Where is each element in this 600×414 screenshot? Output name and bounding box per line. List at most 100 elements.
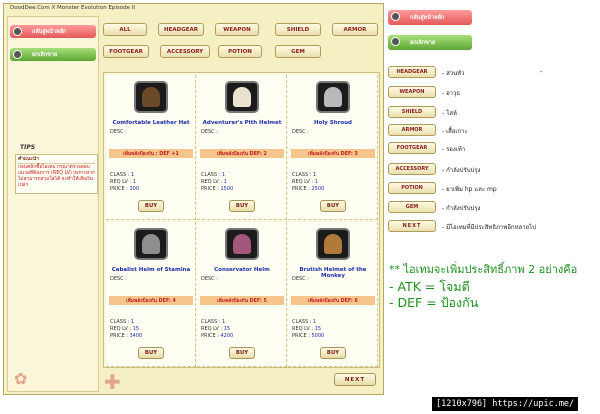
coin-icon — [13, 50, 22, 59]
req-row: REQ LV : 1 — [110, 179, 136, 185]
price-value: 4200 — [220, 333, 234, 339]
tab-armor[interactable]: ARMOR — [332, 23, 378, 36]
class-row: CLASS : 1 — [201, 172, 225, 178]
price-value: 3400 — [129, 333, 143, 339]
req-label: REQ LV : — [201, 326, 223, 332]
helmet-icon[interactable] — [225, 81, 259, 113]
price-row: PRICE : 3400 — [110, 333, 142, 339]
buy-button[interactable]: BUY — [229, 200, 255, 212]
sidebar: กลับสู่หน้าหลัก ยกเลิกขาย TIPS คำแนะนำ ก… — [7, 16, 99, 392]
back-home-label: กลับสู่หน้าหลัก — [32, 28, 67, 35]
req-value: 1 — [132, 179, 136, 185]
req-value: 15 — [223, 326, 231, 332]
tab-shield[interactable]: SHIELD — [275, 23, 321, 36]
legend-headgear-desc: - ส่วนหัว — [442, 70, 465, 77]
item-card: Adventurer's Pith Helmet DESC : เพิ่มพลั… — [197, 75, 287, 220]
home-icon — [391, 12, 400, 21]
class-row: CLASS : 1 — [292, 172, 316, 178]
legend-shield-desc: - โล่ห์ — [442, 110, 457, 117]
tab-gem[interactable]: GEM — [275, 45, 321, 58]
price-label: PRICE : — [292, 186, 310, 192]
item-sprite — [142, 234, 160, 254]
req-value: 15 — [132, 326, 140, 332]
price-value: 1500 — [220, 186, 234, 192]
next-button[interactable]: NEXT — [334, 373, 376, 386]
price-value: 2500 — [311, 186, 325, 192]
item-card: Cabalist Helm of Stamina DESC : เพิ่มพลั… — [106, 222, 196, 367]
tips-text: ก่อนคลิกซื้อไอเทม กรุณาตรวจสอบเลเวลที่ต้… — [18, 165, 95, 188]
tips-box: คำแนะนำ ก่อนคลิกซื้อไอเทม กรุณาตรวจสอบเล… — [15, 154, 98, 194]
legend-weapon-desc: - อาวุธ — [442, 90, 461, 97]
buy-button[interactable]: BUY — [320, 347, 346, 359]
desc-label: DESC : — [292, 129, 309, 135]
legend-weapon-button: WEAPON — [388, 86, 436, 98]
legend-next-button: NEXT — [388, 220, 436, 232]
price-label: PRICE : — [201, 186, 219, 192]
price-label: PRICE : — [201, 333, 219, 339]
tab-footgear[interactable]: FOOTGEAR — [103, 45, 149, 58]
price-row: PRICE : 4200 — [201, 333, 233, 339]
tab-accessory[interactable]: ACCESSORY — [160, 45, 210, 58]
req-row: REQ LV : 15 — [201, 326, 230, 332]
desc-label: DESC : — [110, 129, 127, 135]
helmet-icon[interactable] — [134, 81, 168, 113]
tab-potion[interactable]: POTION — [218, 45, 262, 58]
legend-armor-button: ARMOR — [388, 124, 436, 136]
helmet-icon[interactable] — [225, 228, 259, 260]
bonus-text: เพิ่มพลังป้องกัน DEF: 3 — [291, 149, 375, 158]
back-home-button[interactable]: กลับสู่หน้าหลัก — [10, 25, 96, 38]
legend-next-desc: - มีไอเทมที่มีประสิทธิภาพอีกหลายไป — [442, 224, 536, 231]
req-row: REQ LV : 15 — [110, 326, 139, 332]
helmet-icon[interactable] — [316, 81, 350, 113]
class-row: CLASS : 1 — [110, 319, 134, 325]
tab-headgear[interactable]: HEADGEAR — [158, 23, 204, 36]
bonus-text: เพิ่มพลังป้องกัน DEF: 6 — [291, 296, 375, 305]
cancel-sell-label: ยกเลิกขาย — [32, 51, 58, 58]
item-grid: Comfortable Leather Hat DESC : เพิ่มพลัง… — [103, 72, 380, 368]
stat-note-heading: ** ไอเทมจะเพิ่มประสิทธิ์ภาพ 2 อย่างคือ — [389, 263, 578, 276]
price-row: PRICE : 300 — [110, 186, 139, 192]
helmet-icon[interactable] — [134, 228, 168, 260]
legend-gem-button: GEM — [388, 201, 436, 213]
legend-cancel-sell-label: ยกเลิกขาย — [410, 39, 436, 46]
req-label: REQ LV : — [201, 179, 223, 185]
tab-weapon[interactable]: WEAPON — [215, 23, 259, 36]
cancel-sell-button[interactable]: ยกเลิกขาย — [10, 48, 96, 61]
price-label: PRICE : — [110, 186, 128, 192]
class-value: 1 — [313, 172, 317, 178]
decor-star-icon: ✿ — [14, 369, 28, 388]
class-row: CLASS : 1 — [110, 172, 134, 178]
item-sprite — [233, 87, 251, 107]
class-label: CLASS : — [201, 319, 221, 325]
buy-button[interactable]: BUY — [138, 200, 164, 212]
helmet-icon[interactable] — [316, 228, 350, 260]
req-label: REQ LV : — [292, 179, 314, 185]
item-name: Cabalist Helm of Stamina — [111, 267, 191, 273]
game-window: DoodDee.Com X Monster Evolution Episode … — [3, 3, 384, 395]
bonus-text: เพิ่มพลังป้องกัน DEF: 4 — [109, 296, 193, 305]
tab-all[interactable]: ALL — [103, 23, 147, 36]
legend-shield-button: SHIELD — [388, 106, 436, 118]
item-sprite — [324, 234, 342, 254]
buy-button[interactable]: BUY — [320, 200, 346, 212]
price-label: PRICE : — [110, 333, 128, 339]
watermark: [1210x796] https://upic.me/ — [432, 397, 579, 411]
item-name: Holy Shroud — [314, 120, 352, 126]
stat-note-def: - DEF = ป้องกัน — [389, 295, 479, 310]
legend-footgear-desc: - รองเท้า — [442, 146, 466, 153]
tips-label: TIPS — [20, 144, 36, 151]
buy-button[interactable]: BUY — [229, 347, 255, 359]
item-sprite — [142, 87, 160, 107]
coin-icon — [391, 37, 400, 46]
home-icon — [13, 27, 22, 36]
price-row: PRICE : 1500 — [201, 186, 233, 192]
legend-potion-button: POTION — [388, 182, 436, 194]
class-value: 1 — [222, 319, 226, 325]
class-row: CLASS : 1 — [201, 319, 225, 325]
bonus-text: เพิ่มพลังป้องกัน : DEF +1 — [109, 149, 193, 158]
buy-button[interactable]: BUY — [138, 347, 164, 359]
legend-potion-desc: - ยาเพิ่ม hp และ mp — [442, 186, 497, 193]
decor-cross-icon: ✚ — [104, 370, 121, 394]
legend-footgear-button: FOOTGEAR — [388, 142, 436, 154]
item-name: Adventurer's Pith Helmet — [202, 120, 282, 126]
